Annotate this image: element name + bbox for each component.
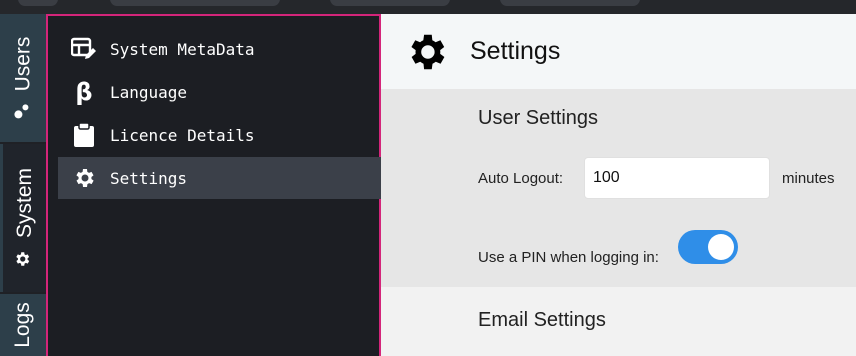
auto-logout-label: Auto Logout:: [478, 170, 564, 187]
auto-logout-input[interactable]: [584, 157, 770, 199]
page-title: Settings: [470, 37, 561, 65]
clipboard-icon: [58, 122, 110, 148]
rail-tab-label: System: [12, 167, 36, 239]
section-title: Email Settings: [478, 309, 606, 331]
subnav-item-label: Licence Details: [110, 125, 255, 145]
gear-icon: [58, 166, 110, 190]
rail-tab-label: Logs: [10, 302, 34, 348]
user-icon: [11, 103, 35, 119]
subnav-item-system-metadata[interactable]: System MetaData: [58, 28, 381, 70]
rail-tab-users[interactable]: Users: [0, 14, 46, 142]
gear-icon: [13, 250, 37, 268]
gear-icon: [411, 34, 445, 69]
main-tab-rail: Users System Logs: [0, 14, 46, 356]
email-settings-section: Email Settings: [381, 287, 856, 356]
user-settings-section: User Settings Auto Logout: minutes Use a…: [381, 89, 856, 287]
table-edit-icon: [58, 37, 110, 61]
rail-tab-label: Users: [11, 36, 34, 92]
auto-logout-unit: minutes: [782, 170, 835, 187]
settings-header: Settings: [381, 14, 856, 89]
beta-icon: β: [75, 78, 93, 106]
subnav-item-label: System MetaData: [110, 39, 255, 59]
rail-tab-logs[interactable]: Logs: [0, 294, 46, 356]
rail-tab-system[interactable]: System: [0, 144, 46, 292]
title-bar-fragment: [500, 0, 640, 6]
system-subnav: System MetaData β Language Licence Detai…: [46, 14, 381, 356]
subnav-item-label: Language: [110, 82, 188, 102]
subnav-item-label: Settings: [110, 168, 188, 188]
window-title-bar: [0, 0, 856, 14]
title-bar-fragment: [330, 0, 450, 6]
subnav-item-licence-details[interactable]: Licence Details: [58, 114, 381, 156]
pin-label: Use a PIN when logging in:: [478, 249, 659, 266]
pin-toggle[interactable]: [678, 230, 738, 264]
section-title: User Settings: [478, 107, 599, 129]
title-bar-fragment: [110, 0, 280, 6]
title-bar-fragment: [18, 0, 58, 6]
subnav-item-settings[interactable]: Settings: [58, 157, 381, 199]
toggle-knob: [708, 234, 734, 260]
subnav-item-language[interactable]: β Language: [58, 71, 381, 113]
settings-panel: Settings User Settings Auto Logout: minu…: [381, 14, 856, 356]
